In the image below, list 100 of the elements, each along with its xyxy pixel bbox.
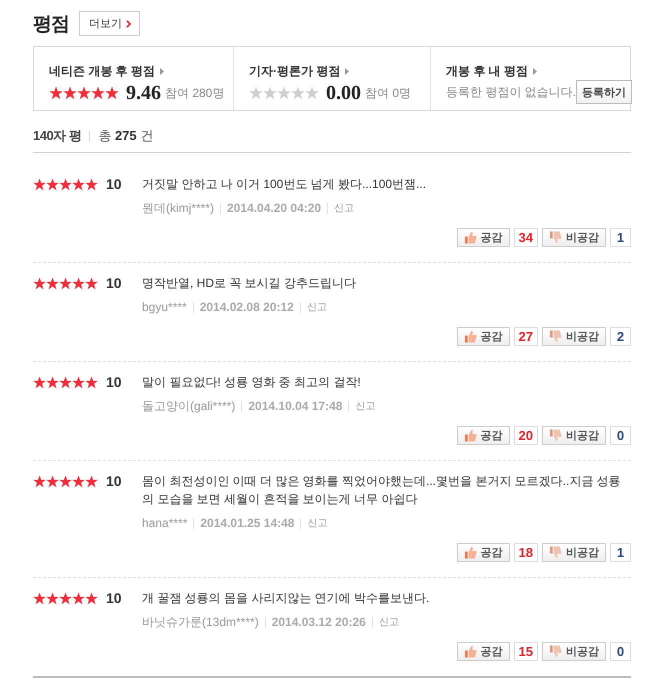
star-icon bbox=[249, 86, 263, 100]
thumbs-down-icon bbox=[549, 330, 562, 343]
dislike-button[interactable]: 비공감 bbox=[542, 642, 606, 661]
dislike-count: 2 bbox=[610, 327, 631, 346]
review-text: 거짓말 안하고 나 이거 100번도 넘게 봤다...100번잼... bbox=[142, 176, 428, 193]
star-icon bbox=[33, 178, 46, 190]
star-icon bbox=[46, 592, 59, 604]
rating-category-link[interactable]: 개봉 후 내 평점 bbox=[446, 63, 538, 80]
like-button[interactable]: 공감 bbox=[456, 543, 510, 562]
like-button[interactable]: 공감 bbox=[456, 642, 510, 661]
star-icon bbox=[33, 376, 46, 388]
dislike-button[interactable]: 비공감 bbox=[542, 327, 606, 346]
dislike-count: 0 bbox=[610, 426, 631, 445]
star-icon bbox=[85, 276, 98, 290]
review-author: hana**** bbox=[142, 516, 188, 530]
review-text: 몸이 최전성이인 이때 더 많은 영화를 찍었어야했는데...몇번을 본거지 모르겠다..지금 성룡의 모습을 보면 세월이 흔적을 보이는게 너무 아쉽다 bbox=[142, 473, 622, 508]
register-button[interactable]: 등록하기 bbox=[576, 80, 632, 104]
dislike-button[interactable]: 비공감 bbox=[542, 228, 606, 247]
like-button[interactable]: 공감 bbox=[456, 426, 510, 445]
review-date: 2014.04.20 04:20 bbox=[227, 201, 322, 215]
review-score: 10 bbox=[106, 275, 122, 291]
star-icon bbox=[85, 592, 98, 604]
like-button[interactable]: 공감 bbox=[456, 327, 510, 346]
star-icon bbox=[33, 592, 46, 604]
participant-count: 참여 280명 bbox=[165, 84, 224, 102]
star-icon bbox=[77, 86, 91, 100]
star-icon bbox=[85, 178, 98, 190]
star-icon bbox=[33, 276, 46, 290]
star-icon bbox=[46, 178, 59, 190]
dislike-button[interactable]: 비공감 bbox=[542, 543, 606, 562]
caret-icon bbox=[160, 68, 164, 75]
star-icon bbox=[72, 276, 85, 290]
chevron-icon bbox=[126, 20, 131, 28]
star-icon bbox=[85, 376, 98, 388]
star-icon bbox=[59, 474, 72, 488]
star-icon bbox=[91, 86, 105, 100]
rating-category-link[interactable]: 기자·평론가 평점 bbox=[249, 63, 350, 80]
star-icon bbox=[59, 178, 72, 190]
like-count: 20 bbox=[514, 426, 538, 445]
like-button[interactable]: 공감 bbox=[456, 228, 510, 247]
review-text: 말이 필요없다! 성룡 영화 중 최고의 걸작! bbox=[142, 374, 362, 391]
star-icon bbox=[72, 376, 85, 388]
star-icon bbox=[59, 376, 72, 388]
dislike-count: 0 bbox=[610, 642, 631, 661]
thumbs-up-icon bbox=[464, 231, 477, 244]
thumbs-up-icon bbox=[464, 645, 477, 658]
thumbs-down-icon bbox=[549, 645, 562, 658]
like-count: 15 bbox=[514, 642, 538, 661]
review-date: 2014.10.04 17:48 bbox=[248, 399, 342, 413]
like-count: 18 bbox=[514, 543, 538, 562]
like-count: 34 bbox=[514, 228, 538, 247]
star-icon bbox=[291, 86, 305, 100]
star-icon bbox=[305, 86, 319, 100]
star-icon bbox=[263, 86, 277, 100]
star-icon bbox=[33, 474, 46, 488]
star-icon bbox=[63, 86, 77, 100]
star-icon bbox=[46, 474, 59, 488]
review-author: 바닛슈가룬(13dm****) bbox=[142, 614, 259, 630]
more-button[interactable]: 더보기 bbox=[79, 11, 140, 36]
dislike-count: 1 bbox=[610, 228, 631, 247]
review-list-title: 140자 평 bbox=[33, 127, 82, 145]
star-icon bbox=[105, 86, 119, 100]
average-score: 0.00 bbox=[326, 82, 361, 104]
star-icon bbox=[59, 592, 72, 604]
rating-category-link[interactable]: 네티즌 개봉 후 평점 bbox=[49, 63, 164, 80]
star-icon bbox=[277, 86, 291, 100]
review-author: 뭔데(kimj****) bbox=[142, 200, 214, 216]
star-icon bbox=[72, 474, 85, 488]
caret-icon bbox=[533, 68, 538, 75]
review-total-count: 총 275 건 bbox=[98, 127, 154, 145]
review-score: 10 bbox=[106, 176, 122, 192]
average-score: 9.46 bbox=[126, 82, 161, 104]
thumbs-down-icon bbox=[549, 546, 562, 559]
review-author: bgyu**** bbox=[142, 300, 187, 314]
star-icon bbox=[49, 86, 63, 100]
thumbs-up-icon bbox=[464, 429, 477, 442]
review-text: 개 꿀잼 성룡의 몸을 사리지않는 연기에 박수를보낸다. bbox=[142, 590, 430, 607]
review-score: 10 bbox=[106, 374, 122, 390]
thumbs-up-icon bbox=[464, 330, 477, 343]
review-text: 명작반열, HD로 꼭 보시길 강추드립니다 bbox=[142, 275, 358, 292]
thumbs-down-icon bbox=[549, 429, 562, 442]
like-count: 27 bbox=[514, 327, 538, 346]
star-icon bbox=[72, 592, 85, 604]
star-icon bbox=[85, 474, 98, 488]
no-rating-message: 등록한 평점이 없습니다. bbox=[446, 84, 576, 100]
star-icon bbox=[72, 178, 85, 190]
thumbs-up-icon bbox=[464, 546, 477, 559]
star-icon bbox=[46, 276, 59, 290]
star-icon bbox=[59, 276, 72, 290]
thumbs-down-icon bbox=[549, 231, 562, 244]
participant-count: 참여 0명 bbox=[365, 84, 412, 102]
review-score: 10 bbox=[106, 473, 122, 489]
section-title: 평점 bbox=[33, 12, 69, 36]
review-author: 돌고양이(gali****) bbox=[142, 398, 236, 414]
caret-icon bbox=[345, 68, 350, 75]
review-date: 2014.01.25 14:48 bbox=[200, 516, 294, 530]
review-date: 2014.03.12 20:26 bbox=[272, 615, 366, 629]
dislike-button[interactable]: 비공감 bbox=[542, 426, 606, 445]
dislike-count: 1 bbox=[610, 543, 631, 562]
review-score: 10 bbox=[106, 590, 122, 606]
